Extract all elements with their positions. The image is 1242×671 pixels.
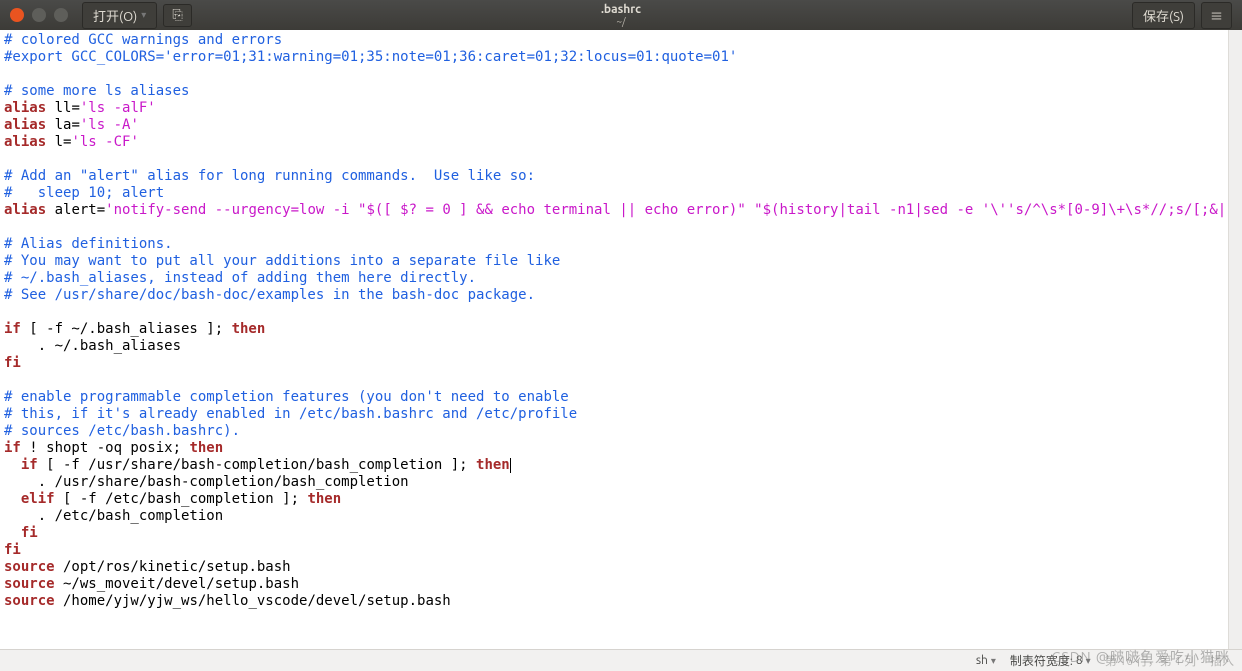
editor-area[interactable]: # colored GCC warnings and errors #expor… (0, 30, 1242, 649)
status-bar: sh ▾ 制表符宽度: 8 ▾ 第 16 行，第 1 列 插入 (0, 649, 1242, 671)
new-tab-button[interactable]: ⎘ (163, 4, 191, 27)
title-center: .bashrc ~/ (601, 3, 641, 27)
tabwidth-value: 8 (1076, 654, 1083, 667)
code-token: alias (4, 100, 46, 116)
hamburger-icon: ≡ (1210, 6, 1223, 25)
toolbar-right: 保存(S) ≡ (1132, 2, 1232, 29)
chevron-down-icon: ▾ (991, 655, 996, 667)
text-cursor (510, 458, 511, 473)
open-label: 打开(O) (93, 6, 137, 25)
language-mode-selector[interactable]: sh ▾ (976, 654, 996, 667)
filepath-label: ~/ (601, 16, 641, 27)
insert-label: 插入 (1210, 652, 1234, 669)
linecol-label: 第 16 行，第 1 列 (1105, 652, 1196, 669)
filename-label: .bashrc (601, 3, 641, 16)
toolbar-left: 打开(O) ▾ ⎘ (82, 2, 192, 29)
language-label: sh (976, 654, 988, 667)
line-col-indicator[interactable]: 第 16 行，第 1 列 (1105, 652, 1196, 669)
code-line: #export GCC_COLORS='error=01;31:warning=… (4, 49, 737, 65)
code-line: # some more ls aliases (4, 83, 189, 99)
close-icon[interactable] (10, 8, 24, 22)
new-doc-icon: ⎘ (172, 8, 182, 23)
insert-mode-indicator[interactable]: 插入 (1210, 652, 1234, 669)
save-label: 保存(S) (1143, 6, 1184, 25)
menu-button[interactable]: ≡ (1201, 2, 1232, 29)
save-button[interactable]: 保存(S) (1132, 2, 1195, 29)
chevron-down-icon: ▾ (1086, 655, 1091, 667)
open-button[interactable]: 打开(O) ▾ (82, 2, 157, 29)
minimize-icon[interactable] (32, 8, 46, 22)
tabwidth-label: 制表符宽度: (1010, 652, 1073, 669)
window-controls (0, 8, 68, 22)
code-line: # colored GCC warnings and errors (4, 32, 282, 48)
window-titlebar: 打开(O) ▾ ⎘ .bashrc ~/ 保存(S) ≡ (0, 0, 1242, 30)
tab-width-selector[interactable]: 制表符宽度: 8 ▾ (1010, 652, 1091, 669)
maximize-icon[interactable] (54, 8, 68, 22)
vertical-scrollbar[interactable] (1228, 30, 1242, 649)
chevron-down-icon: ▾ (141, 9, 146, 21)
